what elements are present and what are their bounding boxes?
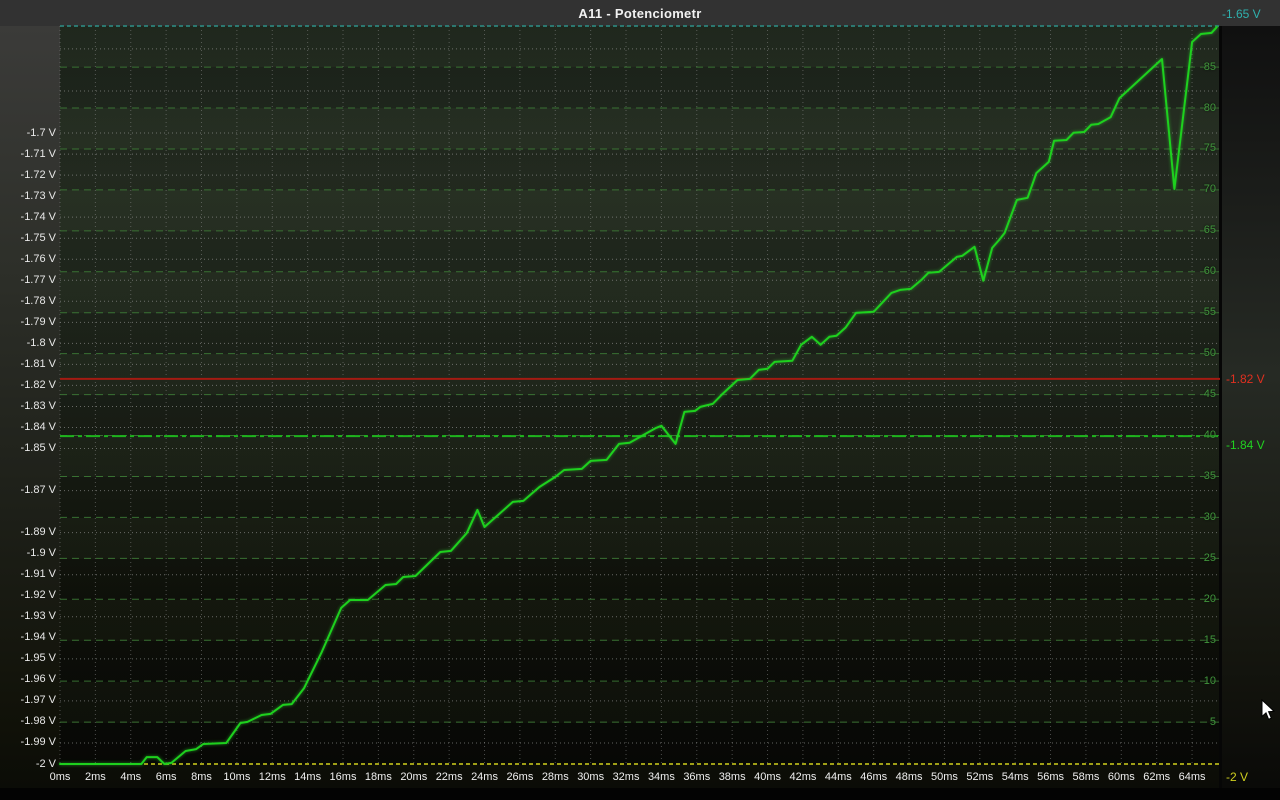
y-axis-tick-label: -1.79 V (0, 316, 56, 329)
y-axis-tick-label: -1.78 V (0, 295, 56, 308)
y-axis-tick-label: -1.97 V (0, 694, 56, 707)
right-axis-tick-label: 45 (1182, 388, 1216, 401)
right-axis-tick-label: 25 (1182, 552, 1216, 565)
right-axis-tick-label: 30 (1182, 511, 1216, 524)
cursor-red-value-label: -1.82 V (1226, 372, 1265, 386)
right-axis-tick-label: 10 (1182, 675, 1216, 688)
y-axis-tick-label: -1.95 V (0, 652, 56, 665)
y-axis-tick-label: -1.81 V (0, 358, 56, 371)
y-axis-tick-label: -1.83 V (0, 400, 56, 413)
range-bottom-value: -2 V (1226, 770, 1248, 784)
right-axis-tick-label: 65 (1182, 224, 1216, 237)
y-axis-tick-label: -1.71 V (0, 148, 56, 161)
right-axis-tick-label: 75 (1182, 142, 1216, 155)
y-axis-tick-label: -1.93 V (0, 610, 56, 623)
y-axis-tick-label: -1.72 V (0, 169, 56, 182)
right-axis-tick-label: 85 (1182, 61, 1216, 74)
y-axis-tick-label: -1.91 V (0, 568, 56, 581)
y-axis-tick-label: -1.89 V (0, 526, 56, 539)
y-axis-tick-label: -1.87 V (0, 484, 56, 497)
y-axis-tick-label: -1.82 V (0, 379, 56, 392)
right-axis-tick-label: 60 (1182, 265, 1216, 278)
right-axis-tick-label: 40 (1182, 429, 1216, 442)
right-axis-tick-label: 20 (1182, 593, 1216, 606)
y-axis-tick-label: -1.85 V (0, 442, 56, 455)
y-axis-tick-label: -1.94 V (0, 631, 56, 644)
y-axis-tick-label: -1.74 V (0, 211, 56, 224)
x-axis-tick-label: 64ms (1170, 771, 1214, 784)
right-axis-tick-label: 70 (1182, 183, 1216, 196)
right-axis-tick-label: 35 (1182, 470, 1216, 483)
right-axis-tick-label: 15 (1182, 634, 1216, 647)
app-window: A11 - Potenciometr -1.7 V-1.71 V-1.72 V-… (0, 0, 1280, 800)
signal-trace-a11 (60, 27, 1217, 764)
y-axis-tick-label: -1.77 V (0, 274, 56, 287)
right-axis-tick-label: 55 (1182, 306, 1216, 319)
cursor-green-value-label: -1.84 V (1226, 438, 1265, 452)
y-axis-tick-label: -2 V (0, 758, 56, 771)
range-top-value: -1.65 V (1222, 7, 1261, 21)
y-axis-tick-label: -1.75 V (0, 232, 56, 245)
y-axis-tick-label: -1.8 V (0, 337, 56, 350)
right-axis-tick-label: 80 (1182, 102, 1216, 115)
y-axis-tick-label: -1.9 V (0, 547, 56, 560)
mouse-cursor (1261, 699, 1277, 721)
y-axis-tick-label: -1.98 V (0, 715, 56, 728)
y-axis-tick-label: -1.7 V (0, 127, 56, 140)
right-axis-tick-label: 5 (1182, 716, 1216, 729)
y-axis-tick-label: -1.76 V (0, 253, 56, 266)
y-axis-tick-label: -1.99 V (0, 736, 56, 749)
y-axis-tick-label: -1.96 V (0, 673, 56, 686)
y-axis-tick-label: -1.92 V (0, 589, 56, 602)
plot-canvas[interactable] (0, 0, 1280, 800)
right-axis-tick-label: 50 (1182, 347, 1216, 360)
y-axis-tick-label: -1.84 V (0, 421, 56, 434)
y-axis-tick-label: -1.73 V (0, 190, 56, 203)
